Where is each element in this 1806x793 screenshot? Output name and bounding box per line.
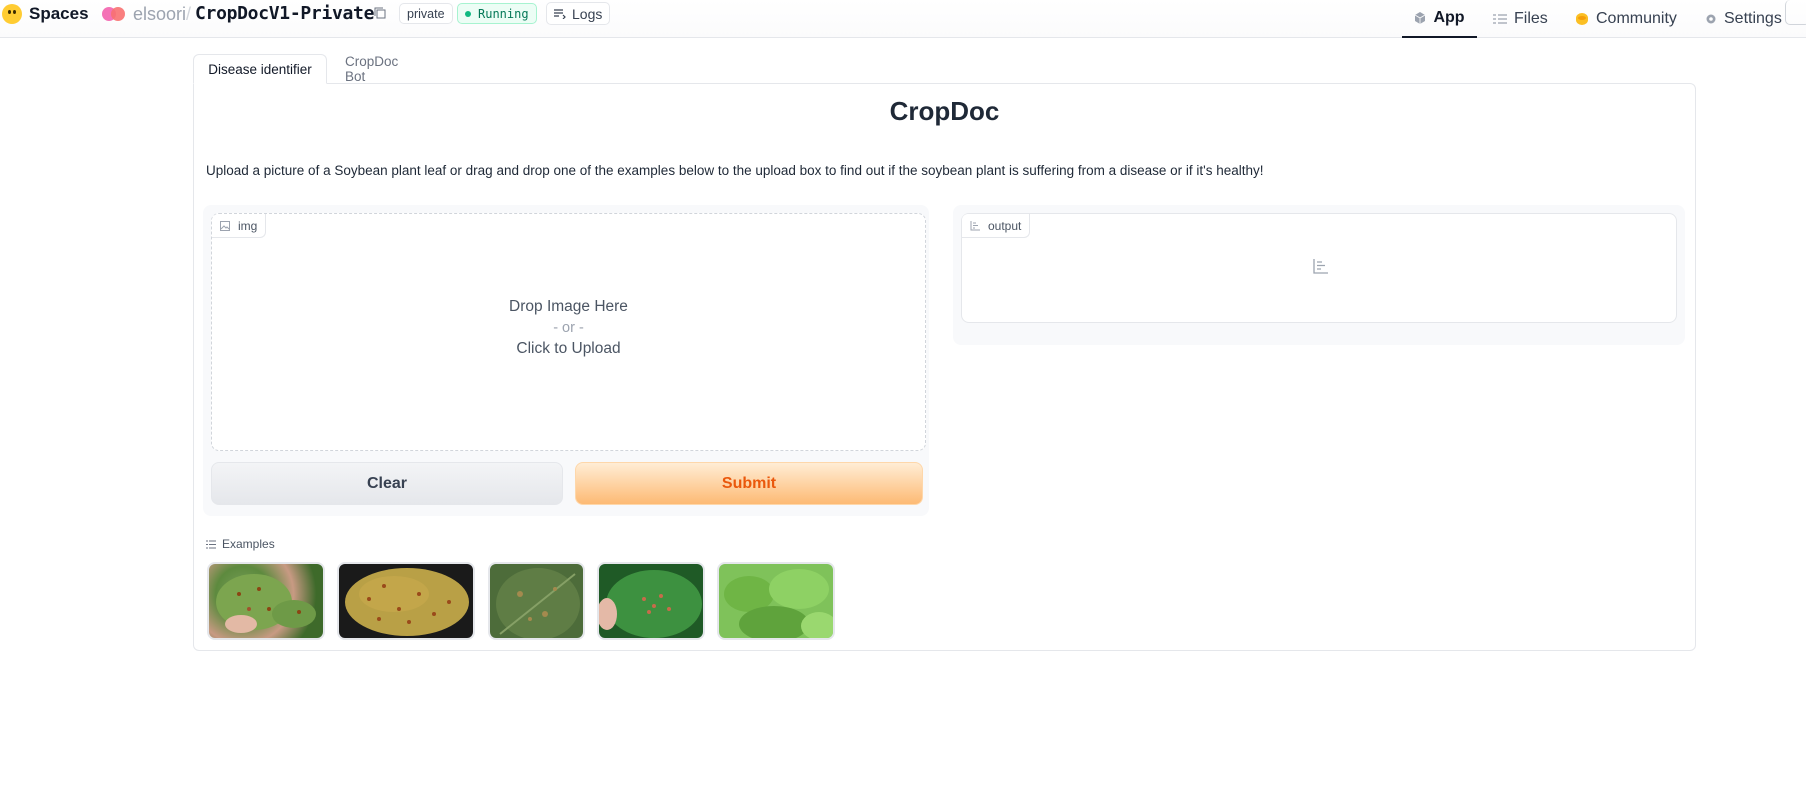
list-icon xyxy=(206,540,216,548)
nav-settings-label: Settings xyxy=(1724,9,1782,27)
bar-chart-icon xyxy=(970,220,980,230)
tab-disease-identifier-label: Disease identifier xyxy=(208,61,312,77)
nav-files-tab[interactable]: Files xyxy=(1493,0,1548,37)
healthy-leaf-photo xyxy=(724,569,833,638)
status-label: Running xyxy=(478,6,529,21)
drop-or-text: - or - xyxy=(553,320,584,336)
clear-button[interactable]: Clear xyxy=(211,462,563,505)
top-bar: Spaces elsoori / CropDocV1-Private priva… xyxy=(0,0,1806,38)
logs-icon xyxy=(554,8,566,19)
spaces-logo-link[interactable]: Spaces xyxy=(0,0,89,28)
output-placeholder-icon xyxy=(1313,259,1328,274)
tab-panel: CropDoc Upload a picture of a Soybean pl… xyxy=(193,83,1696,651)
example-image-1[interactable] xyxy=(207,562,325,640)
output-label-text: output xyxy=(988,218,1022,233)
output-label: output xyxy=(962,214,1031,238)
drop-image-text: Drop Image Here xyxy=(509,298,628,315)
page-title: CropDoc xyxy=(889,96,1000,126)
logs-button[interactable]: Logs xyxy=(546,2,611,25)
leaf-disease-photo-4 xyxy=(599,570,702,638)
logs-label: Logs xyxy=(572,5,603,22)
example-image-5[interactable] xyxy=(717,562,835,640)
repo-name-link[interactable]: CropDocV1-Private xyxy=(195,3,374,24)
gear-icon xyxy=(1706,14,1716,23)
files-icon xyxy=(1493,13,1507,24)
example-image-3[interactable] xyxy=(488,562,585,640)
nav-community-tab[interactable]: Community xyxy=(1575,0,1677,37)
tab-disease-identifier[interactable]: Disease identifier xyxy=(193,54,327,84)
nav-settings-tab[interactable]: Settings xyxy=(1705,0,1782,37)
community-icon xyxy=(1576,12,1588,25)
output-column: output xyxy=(953,205,1685,345)
leaf-disease-photo-2 xyxy=(345,568,469,636)
examples-heading: Examples xyxy=(206,537,275,551)
profile-menu-button[interactable] xyxy=(1785,0,1806,25)
page-description: Upload a picture of a Soybean plant leaf… xyxy=(206,163,1264,178)
brand-label: Spaces xyxy=(29,4,89,23)
cube-icon xyxy=(1415,12,1426,24)
status-dot-icon xyxy=(465,10,471,17)
nav-app-label: App xyxy=(1433,9,1465,26)
visibility-badge: private xyxy=(399,3,453,24)
tab-cropdoc-bot-label: CropDoc Bot xyxy=(345,54,399,84)
leaf-disease-photo-3 xyxy=(496,568,580,638)
submit-button[interactable]: Submit xyxy=(575,462,923,505)
image-icon xyxy=(220,220,230,231)
input-label-text: img xyxy=(238,218,258,233)
status-badge[interactable]: Running xyxy=(457,3,537,24)
owner-link[interactable]: elsoori xyxy=(133,4,186,25)
output-box: output xyxy=(961,213,1677,323)
image-upload-dropzone[interactable]: img Drop Image Here - or - Click to Uplo… xyxy=(211,213,926,451)
copy-icon[interactable] xyxy=(374,7,386,19)
owner-avatar-icon xyxy=(102,7,126,21)
visibility-label: private xyxy=(407,6,445,21)
examples-label: Examples xyxy=(222,537,275,551)
example-image-4[interactable] xyxy=(597,562,705,640)
input-column: img Drop Image Here - or - Click to Uplo… xyxy=(203,205,929,516)
nav-app-tab[interactable]: App xyxy=(1402,0,1477,38)
example-image-2[interactable] xyxy=(337,562,475,640)
tab-cropdoc-bot[interactable]: CropDoc Bot xyxy=(345,54,398,84)
nav-community-label: Community xyxy=(1596,9,1677,27)
hugging-face-logo-icon xyxy=(2,4,22,24)
leaf-disease-photo-1 xyxy=(216,574,316,633)
nav-files-label: Files xyxy=(1514,9,1548,27)
input-label: img xyxy=(212,214,267,238)
click-to-upload-text: Click to Upload xyxy=(516,340,621,357)
path-separator: / xyxy=(186,4,192,24)
